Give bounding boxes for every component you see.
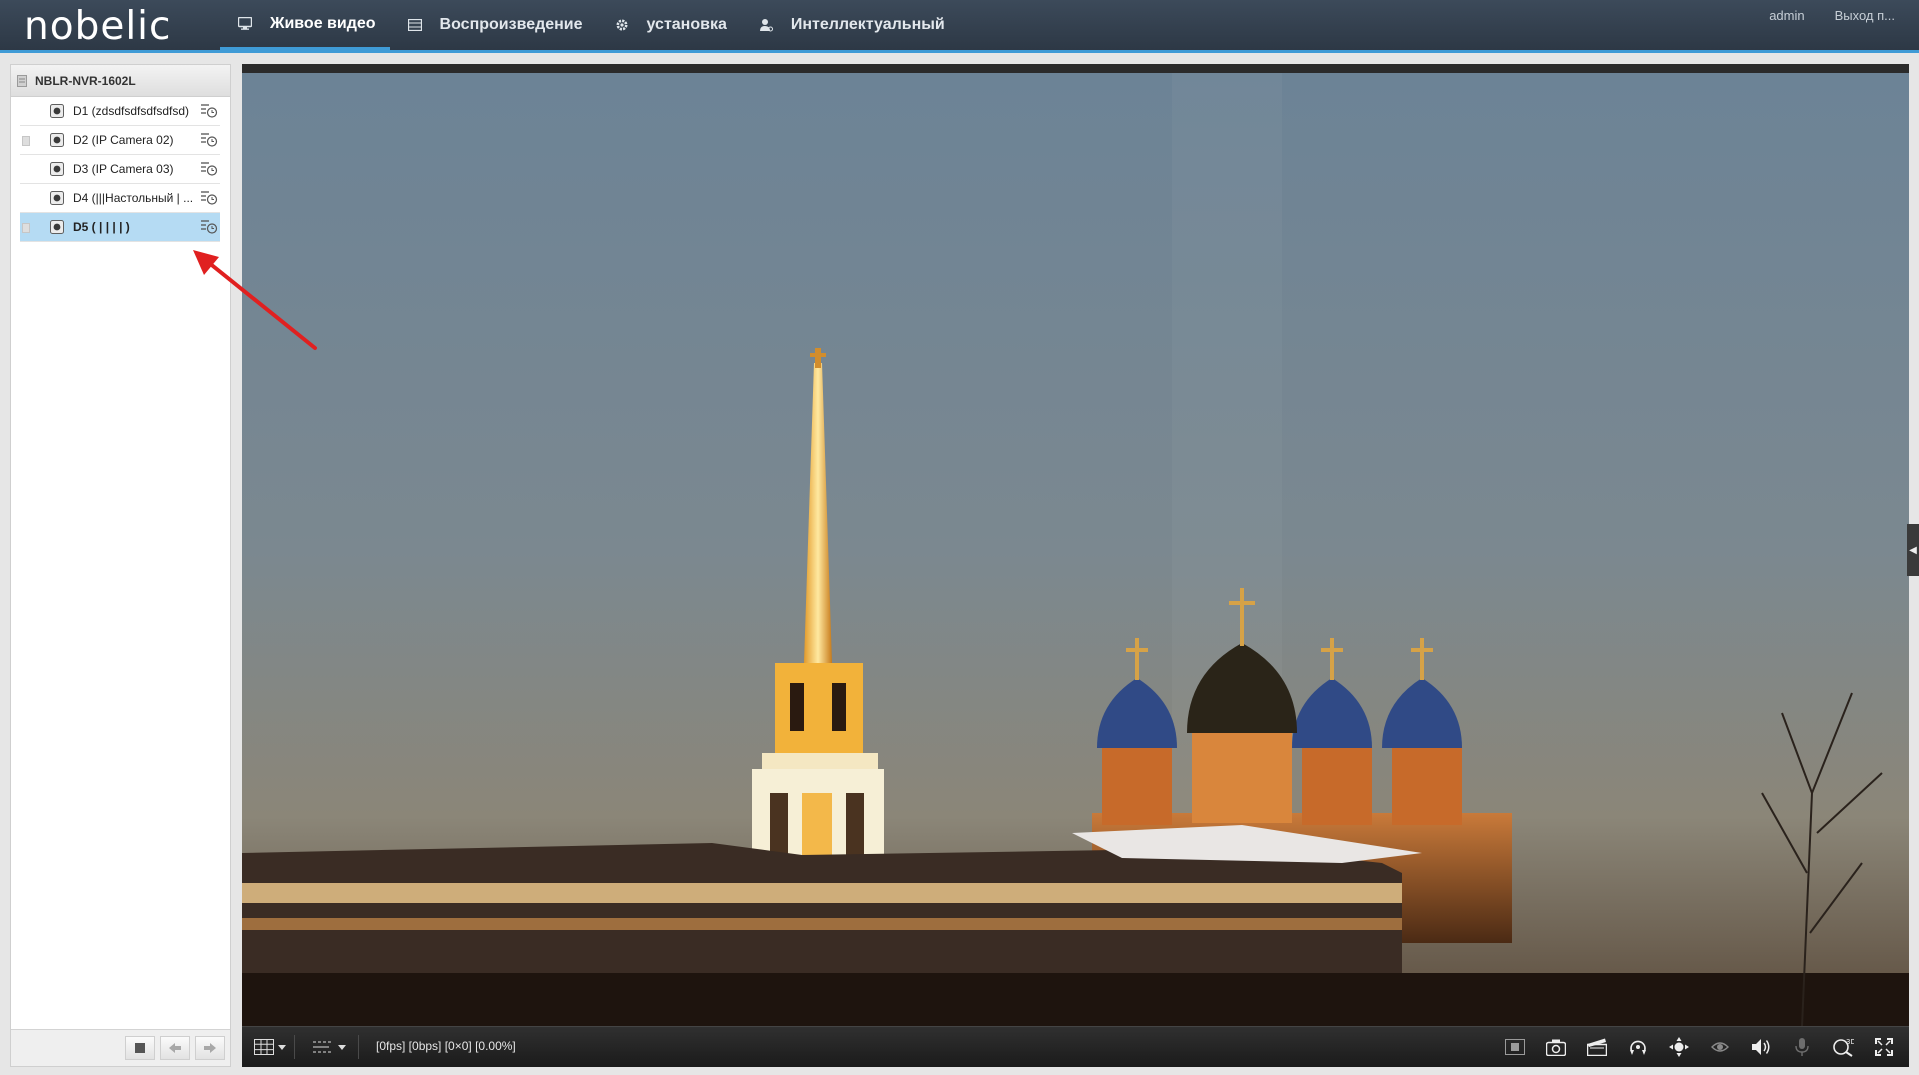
- video-top-strip: [242, 64, 1909, 73]
- record-icon[interactable]: [1586, 1036, 1608, 1058]
- camera-item-d1[interactable]: D1 (zdsdfsdfsdfsdfsd): [20, 97, 220, 126]
- tab-live-video-label: Живое видео: [270, 14, 376, 32]
- zoom-icon[interactable]: [1668, 1036, 1690, 1058]
- camera-playback-icon[interactable]: [200, 189, 218, 206]
- camera-item-d5[interactable]: D5 ( | | | | ): [20, 213, 220, 242]
- camera-playback-icon[interactable]: [200, 218, 218, 235]
- stop-icon: [135, 1043, 145, 1053]
- row-checkbox[interactable]: [22, 136, 30, 146]
- camera-icon: [50, 133, 64, 147]
- device-tree-root[interactable]: NBLR-NVR-1602L: [11, 65, 230, 97]
- camera-label: D3 (IP Camera 03): [73, 162, 174, 176]
- grid-layout-icon: [254, 1039, 274, 1055]
- camera-feed-image: [242, 73, 1909, 1027]
- camera-item-d4[interactable]: D4 (|||Настольный | ...: [20, 184, 220, 213]
- collapse-panel-tab[interactable]: ◀: [1907, 524, 1919, 576]
- camera-icon: [50, 104, 64, 118]
- annotation-arrow: [193, 250, 317, 350]
- row-checkbox[interactable]: [22, 223, 30, 233]
- camera-label: D1 (zdsdfsdfsdfsdfsd): [73, 104, 190, 118]
- camera-icon: [50, 162, 64, 176]
- stop-all-icon[interactable]: [1504, 1036, 1526, 1058]
- camera-icon: [50, 220, 64, 234]
- tab-intelligent-label: Интеллектуальный: [790, 16, 945, 33]
- camera-item-d2[interactable]: D2 (IP Camera 02): [20, 126, 220, 155]
- arrow-left-icon: [169, 1043, 181, 1053]
- camera-playback-icon[interactable]: [200, 102, 218, 119]
- fullscreen-icon[interactable]: [1873, 1036, 1895, 1058]
- stream-selector[interactable]: [312, 1027, 346, 1067]
- stream-info-readout: [0fps] [0bps] [0×0] [0.00%]: [376, 1039, 516, 1053]
- camera-list: D1 (zdsdfsdfsdfsdfsd) D2 (IP Camera 02) …: [11, 97, 230, 242]
- 3d-icon[interactable]: [1709, 1036, 1731, 1058]
- capture-icon[interactable]: [1545, 1036, 1567, 1058]
- ptz-icon[interactable]: [1627, 1036, 1649, 1058]
- previous-page-button[interactable]: [160, 1036, 190, 1060]
- microphone-icon[interactable]: [1791, 1036, 1813, 1058]
- tab-live-video[interactable]: Живое видео: [220, 0, 390, 50]
- volume-icon[interactable]: [1750, 1036, 1772, 1058]
- layout-selector[interactable]: [254, 1027, 286, 1067]
- logout-link[interactable]: Выход п...: [1835, 8, 1895, 23]
- tab-intelligent[interactable]: Интеллектуальный: [741, 0, 959, 50]
- user-area: admin Выход п...: [1769, 8, 1895, 23]
- person-icon: [759, 19, 773, 32]
- toolbar-separator: [294, 1035, 295, 1059]
- stream-type-icon: [313, 1041, 333, 1053]
- camera-label: D5 ( | | | | ): [73, 220, 130, 234]
- brand-logo: nobelic: [24, 4, 172, 49]
- toolbar-separator: [358, 1035, 359, 1059]
- sidebar-footer: [11, 1029, 230, 1066]
- camera-label: D4 (|||Настольный | ...: [73, 191, 194, 205]
- dropdown-arrow-icon: [338, 1045, 346, 1050]
- camera-icon: [50, 191, 64, 205]
- digital-zoom-icon[interactable]: 3D: [1832, 1036, 1854, 1058]
- username-link[interactable]: admin: [1769, 8, 1804, 23]
- device-name: NBLR-NVR-1602L: [35, 73, 136, 88]
- camera-item-d3[interactable]: D3 (IP Camera 03): [20, 155, 220, 184]
- top-navigation-bar: nobelic Живое видео Воспроизведение уста…: [0, 0, 1919, 53]
- svg-text:3D: 3D: [1846, 1038, 1854, 1046]
- device-sidebar: NBLR-NVR-1602L D1 (zdsdfsdfsdfsdfsd) D2 …: [10, 64, 231, 1067]
- main-navigation: Живое видео Воспроизведение установка Ин…: [220, 0, 959, 50]
- tab-playback[interactable]: Воспроизведение: [390, 0, 597, 50]
- video-control-icons: 3D: [1504, 1027, 1895, 1067]
- chevron-left-icon: ◀: [1909, 544, 1917, 556]
- stop-all-button[interactable]: [125, 1036, 155, 1060]
- live-video-view[interactable]: [242, 73, 1909, 1027]
- dropdown-arrow-icon: [278, 1045, 286, 1050]
- video-toolbar: [0fps] [0bps] [0×0] [0.00%] 3D: [242, 1026, 1909, 1067]
- camera-label: D2 (IP Camera 02): [73, 133, 174, 147]
- next-page-button[interactable]: [195, 1036, 225, 1060]
- gear-icon: [616, 19, 628, 31]
- camera-playback-icon[interactable]: [200, 131, 218, 148]
- video-panel: ◀ [0fps] [0bps] [0×0] [0.00%] 3D: [242, 64, 1919, 1067]
- tab-playback-label: Воспроизведение: [439, 16, 583, 33]
- monitor-icon: [238, 17, 252, 30]
- arrow-right-icon: [204, 1043, 216, 1053]
- camera-playback-icon[interactable]: [200, 160, 218, 177]
- film-icon: [407, 19, 422, 31]
- tab-settings-label: установка: [646, 16, 727, 33]
- nvr-device-icon: [17, 74, 27, 87]
- header-accent-line: [0, 50, 1919, 53]
- tab-settings[interactable]: установка: [597, 0, 741, 50]
